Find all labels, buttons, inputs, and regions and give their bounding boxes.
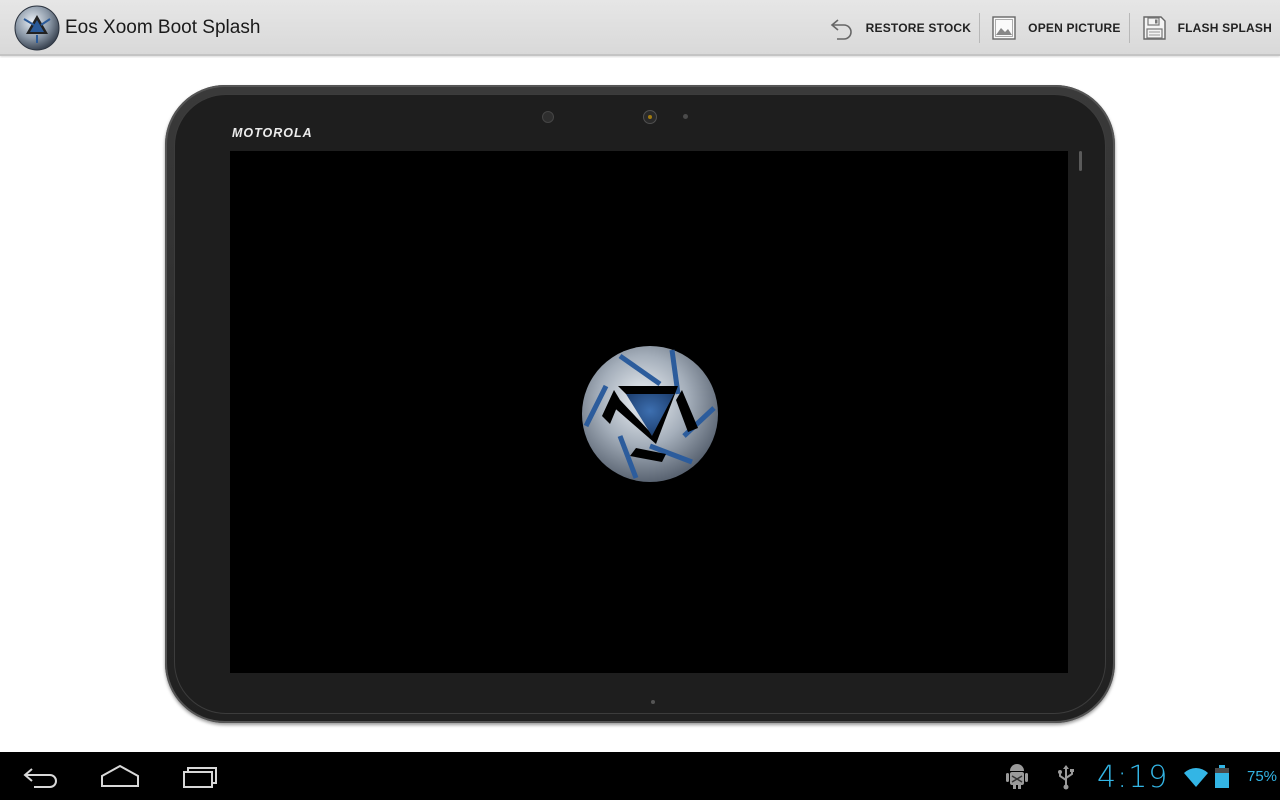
restore-stock-label: RESTORE STOCK: [865, 21, 972, 35]
action-buttons: RESTORE STOCK OPEN PICTURE FLASH SPLASH: [818, 0, 1280, 56]
home-icon[interactable]: [100, 762, 140, 790]
android-debug-icon[interactable]: [1005, 764, 1029, 795]
back-icon[interactable]: [22, 762, 60, 790]
battery-icon[interactable]: [1214, 765, 1230, 794]
restore-stock-button[interactable]: RESTORE STOCK: [818, 0, 980, 56]
aperture-logo-icon: [580, 344, 720, 484]
splash-screen-preview: [230, 151, 1068, 673]
open-picture-button[interactable]: OPEN PICTURE: [980, 0, 1128, 56]
save-disk-icon: [1140, 14, 1168, 42]
undo-icon: [828, 14, 856, 42]
aperture-logo-icon[interactable]: [14, 5, 60, 51]
light-sensor: [542, 111, 554, 123]
wifi-icon[interactable]: [1183, 766, 1209, 793]
usb-icon[interactable]: [1056, 764, 1076, 795]
system-bar: 4:19 75%: [0, 752, 1280, 800]
bezel-indicator: [1079, 151, 1082, 171]
indicator-led: [683, 114, 688, 119]
app-title: Eos Xoom Boot Splash: [65, 17, 261, 38]
device-brand: MOTOROLA: [232, 126, 313, 140]
battery-percent[interactable]: 75%: [1247, 768, 1277, 785]
action-bar: Eos Xoom Boot Splash RESTORE STOCK OPEN …: [0, 0, 1280, 56]
recent-apps-icon[interactable]: [182, 762, 220, 790]
open-picture-label: OPEN PICTURE: [1028, 21, 1121, 35]
preview-area: MOTOROLA: [0, 58, 1280, 752]
picture-icon: [990, 14, 1018, 42]
front-camera: [643, 110, 657, 124]
flash-splash-button[interactable]: FLASH SPLASH: [1130, 0, 1280, 56]
flash-splash-label: FLASH SPLASH: [1177, 21, 1272, 35]
bezel-dot: [651, 700, 655, 704]
tablet-bezel: MOTOROLA: [174, 94, 1106, 714]
tablet-frame: MOTOROLA: [165, 85, 1115, 723]
clock[interactable]: 4:19: [1097, 760, 1168, 795]
